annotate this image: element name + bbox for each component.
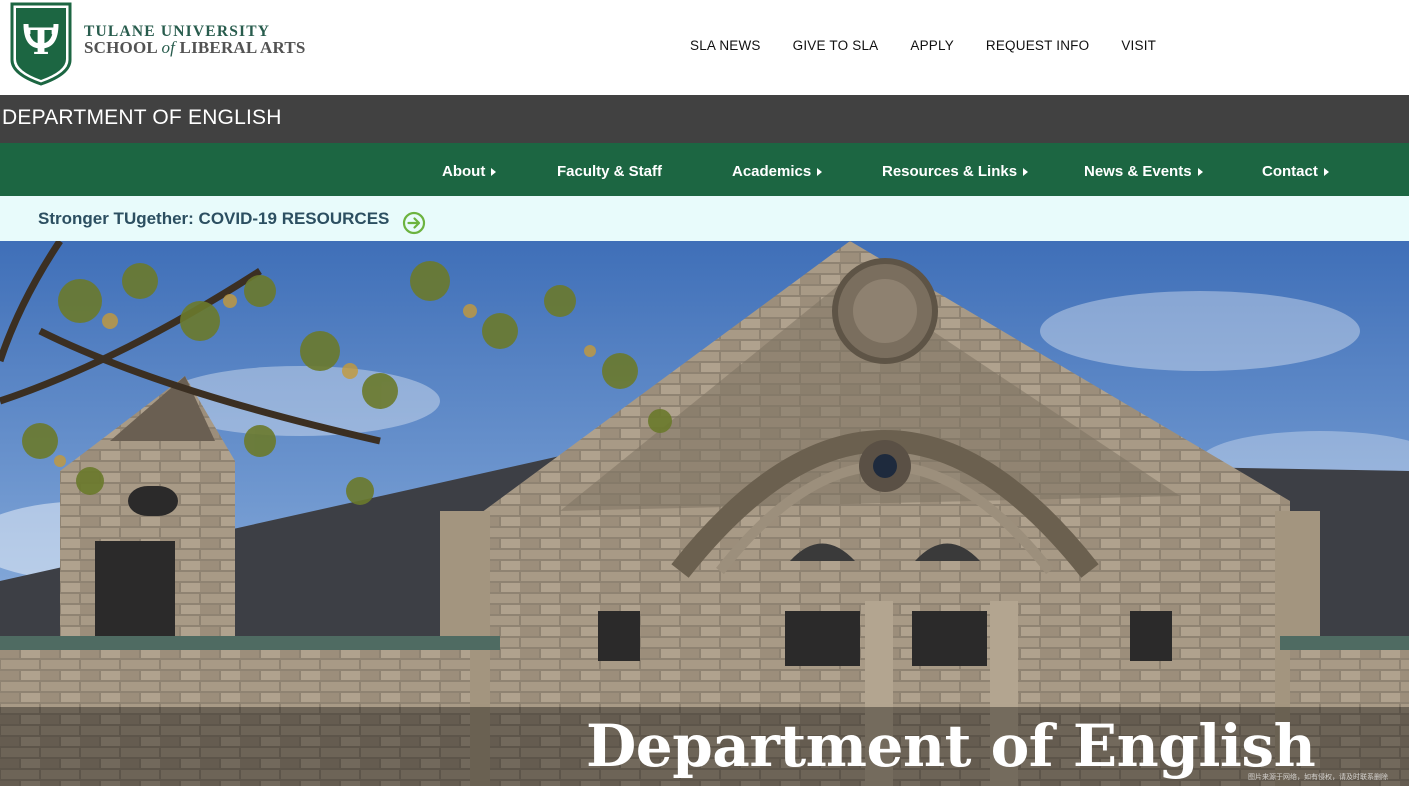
image-watermark: 图片来源于网络，如有侵权，请及时联系删除 (1248, 774, 1388, 781)
hero-title: Department of English (586, 712, 1316, 780)
covid-resources-link[interactable]: Stronger TUgether: COVID-19 RESOURCES (38, 209, 389, 229)
caret-right-icon (1197, 167, 1203, 176)
nav-item-label: About (442, 163, 486, 180)
nav-item-label: Faculty & Staff (557, 163, 663, 180)
arrow-circle-right-icon[interactable] (402, 211, 426, 235)
nav-item-contact[interactable]: Contact (1262, 163, 1329, 180)
util-link-visit[interactable]: VISIT (1121, 38, 1156, 53)
nav-item-label: News & Events (1084, 163, 1192, 180)
util-link-request-info[interactable]: REQUEST INFO (986, 38, 1089, 53)
main-nav: About Faculty & Staff Academics Resource… (0, 143, 1409, 196)
department-bar: DEPARTMENT OF ENGLISH (0, 95, 1409, 143)
caret-right-icon (817, 167, 823, 176)
brand-school-b: LIBERAL ARTS (175, 38, 306, 57)
brand-school-a: SCHOOL (84, 38, 162, 57)
covid-alert-bar: Stronger TUgether: COVID-19 RESOURCES (0, 196, 1409, 241)
nav-item-news-events[interactable]: News & Events (1084, 163, 1203, 180)
nav-item-academics[interactable]: Academics (732, 163, 823, 180)
nav-item-label: Resources & Links (882, 163, 1018, 180)
hero-building-illustration (0, 241, 1409, 786)
brand-school-of: of (161, 38, 176, 57)
nav-item-about[interactable]: About (442, 163, 497, 180)
caret-right-icon (1323, 167, 1329, 176)
nav-item-label: Contact (1262, 163, 1318, 180)
site-header: T TULANE UNIVERSITY SCHOOL of LIBERAL AR… (0, 0, 1409, 95)
caret-right-icon (1023, 167, 1029, 176)
nav-item-faculty-staff[interactable]: Faculty & Staff (557, 163, 662, 180)
department-title[interactable]: DEPARTMENT OF ENGLISH (2, 106, 282, 130)
tulane-shield-icon[interactable]: T (10, 2, 72, 86)
util-link-give[interactable]: GIVE TO SLA (793, 38, 879, 53)
nav-item-label: Academics (732, 163, 812, 180)
util-link-sla-news[interactable]: SLA NEWS (690, 38, 761, 53)
utility-nav: SLA NEWS GIVE TO SLA APPLY REQUEST INFO … (690, 38, 1188, 53)
util-link-apply[interactable]: APPLY (910, 38, 954, 53)
nav-item-resources-links[interactable]: Resources & Links (882, 163, 1029, 180)
hero-image (0, 241, 1409, 786)
brand-school[interactable]: SCHOOL of LIBERAL ARTS (84, 38, 306, 58)
caret-right-icon (491, 167, 497, 176)
